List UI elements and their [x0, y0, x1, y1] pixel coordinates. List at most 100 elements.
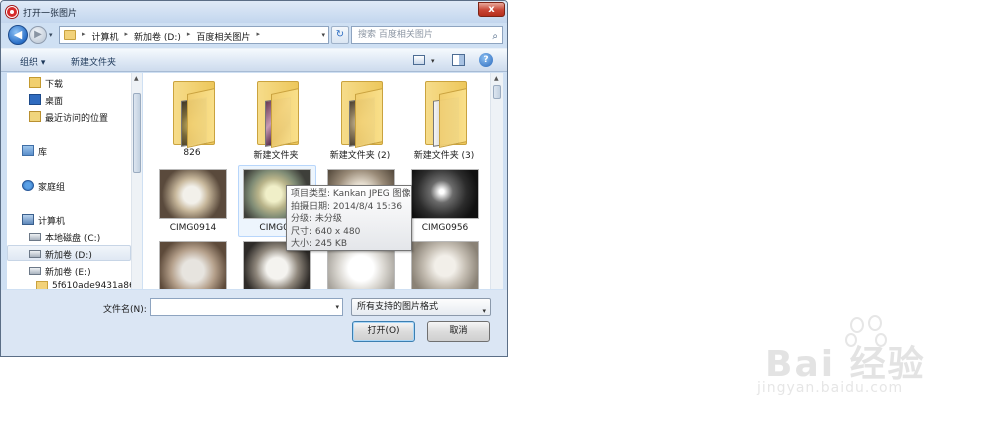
photo-name: CIMG0956: [421, 223, 469, 233]
sidebar-item-label: 计算机: [38, 217, 66, 227]
refresh-button[interactable]: ↻: [331, 26, 349, 44]
command-bar: 组织 ▾ 新建文件夹 ▾ ?: [1, 48, 507, 72]
sidebar-item-computer[interactable]: 计算机: [20, 212, 141, 228]
folder-icon: [64, 30, 76, 40]
library-icon: [22, 145, 34, 156]
sidebar-item-drive-e[interactable]: 新加卷 (E:): [27, 263, 141, 279]
sidebar-item-label: 新加卷 (E:): [45, 268, 91, 278]
open-image-dialog: 打开一张图片 x ◀ ▶ ▾ ▸ 计算机 ▸ 新加卷 (D:) ▸ 百度相关图片…: [0, 0, 508, 357]
sidebar-item-libraries[interactable]: 库: [20, 143, 141, 159]
folder-item[interactable]: 新建文件夹 (2): [319, 77, 401, 161]
sidebar-item-homegroup[interactable]: 家庭组: [20, 178, 141, 194]
folder-item[interactable]: 新建文件夹: [235, 77, 317, 161]
folder-icon: [257, 81, 301, 148]
address-dropdown-icon[interactable]: ▾: [321, 31, 325, 39]
navigation-bar: ◀ ▶ ▾ ▸ 计算机 ▸ 新加卷 (D:) ▸ 百度相关图片 ▸ ▾ ↻ 搜索…: [1, 23, 507, 47]
photo-item[interactable]: [143, 241, 227, 289]
tooltip-line-date: 拍摄日期: 2014/8/4 15:36: [291, 201, 403, 212]
change-view-icon[interactable]: [413, 55, 425, 65]
scroll-up-icon[interactable]: ▲: [494, 75, 499, 82]
tooltip-line-size: 大小: 245 KB: [291, 239, 348, 249]
back-button[interactable]: ◀: [8, 25, 28, 45]
tooltip-line-rating: 分级: 未分级: [291, 214, 342, 224]
sidebar-item-downloads[interactable]: 下载: [27, 75, 141, 91]
computer-icon: [22, 214, 34, 225]
photo-name: CIMG0914: [169, 223, 217, 233]
crumb-drive-d[interactable]: 新加卷 (D:): [134, 30, 181, 43]
watermark-url: jingyan.baidu.com: [757, 380, 904, 396]
sidebar-item-recent-places[interactable]: 最近访问的位置: [27, 109, 141, 125]
cancel-button[interactable]: 取消: [427, 321, 490, 342]
filename-input[interactable]: ▾: [150, 298, 343, 316]
organize-menu[interactable]: 组织 ▾: [20, 55, 45, 68]
new-folder-button[interactable]: 新建文件夹: [71, 55, 116, 68]
sidebar-item-label: 最近访问的位置: [45, 114, 109, 124]
scroll-thumb[interactable]: [493, 85, 501, 99]
sidebar-item-label: 本地磁盘 (C:): [45, 234, 101, 244]
address-bar[interactable]: ▸ 计算机 ▸ 新加卷 (D:) ▸ 百度相关图片 ▸ ▾: [59, 26, 329, 44]
folder-item[interactable]: 826: [151, 77, 233, 161]
file-type-value: 所有支持的图片格式: [357, 302, 439, 312]
drive-icon: [29, 233, 41, 241]
crumb-separator-icon[interactable]: ▸: [256, 30, 260, 43]
crumb-computer[interactable]: 计算机: [92, 30, 119, 43]
sidebar-item-drive-d[interactable]: 新加卷 (D:): [7, 245, 131, 261]
close-button[interactable]: x: [478, 2, 505, 17]
forward-button[interactable]: ▶: [29, 26, 47, 44]
photo-thumbnail: [411, 169, 479, 219]
file-info-tooltip: 项目类型: Kankan JPEG 图像 拍摄日期: 2014/8/4 15:3…: [286, 185, 412, 251]
view-dropdown-icon[interactable]: ▾: [431, 57, 435, 65]
tooltip-line-dimensions: 尺寸: 640 x 480: [291, 226, 361, 237]
recent-pages-dropdown-icon[interactable]: ▾: [49, 31, 53, 39]
scroll-up-icon[interactable]: ▲: [134, 75, 139, 82]
filename-dropdown-icon[interactable]: ▾: [335, 303, 339, 311]
folder-icon: [36, 281, 48, 289]
folder-icon: [341, 81, 385, 148]
breadcrumb: ▸ 计算机 ▸ 新加卷 (D:) ▸ 百度相关图片 ▸: [82, 30, 260, 43]
file-list[interactable]: 826 新建文件夹 新建文件夹 (2) 新建文件夹 (3) CIMG0914 C…: [143, 73, 490, 289]
open-button[interactable]: 打开(O): [352, 321, 415, 342]
desktop-icon: [29, 94, 41, 105]
sidebar-item-label: 新加卷 (D:): [45, 251, 92, 261]
folder-name: 新建文件夹 (3): [413, 151, 475, 161]
navigation-pane[interactable]: 下载 桌面 最近访问的位置 库 家庭组 计算机 本地磁盘 (C:) 新加卷 (D…: [7, 73, 142, 289]
photo-thumbnail: [159, 241, 227, 289]
tooltip-line-type: 项目类型: Kankan JPEG 图像: [291, 189, 411, 199]
crumb-separator-icon[interactable]: ▸: [125, 30, 129, 43]
crumb-separator-icon[interactable]: ▸: [187, 30, 191, 43]
dialog-footer: 文件名(N): ▾ 所有支持的图片格式 ▾ 打开(O) 取消: [1, 290, 507, 356]
folder-name: 新建文件夹: [253, 151, 299, 161]
search-input[interactable]: 搜索 百度相关图片 ⌕: [351, 26, 503, 44]
homegroup-icon: [22, 180, 34, 191]
paw-icon: [850, 317, 864, 333]
photo-thumbnail: [411, 241, 479, 289]
download-folder-icon: [29, 77, 41, 88]
folder-item[interactable]: 新建文件夹 (3): [403, 77, 485, 161]
title-bar[interactable]: 打开一张图片 x: [1, 1, 507, 23]
search-placeholder: 搜索 百度相关图片: [358, 30, 433, 40]
filename-label: 文件名(N):: [103, 305, 147, 315]
folder-name: 新建文件夹 (2): [329, 151, 391, 161]
folder-icon: [425, 81, 469, 148]
help-icon[interactable]: ?: [479, 53, 493, 67]
drive-icon: [29, 250, 41, 258]
sidebar-item-label: 库: [38, 148, 48, 158]
preview-pane-icon[interactable]: [452, 54, 465, 66]
sidebar-item-desktop[interactable]: 桌面: [27, 92, 141, 108]
photo-thumbnail: [159, 169, 227, 219]
folder-icon: [173, 81, 217, 148]
baidu-jingyan-watermark: Bai 经验 jingyan.baidu.com: [755, 315, 995, 405]
sidebar-item-folder[interactable]: 5f610ade9431a86: [34, 279, 141, 289]
file-list-scrollbar[interactable]: ▲: [490, 73, 503, 289]
file-type-dropdown-icon[interactable]: ▾: [482, 303, 486, 319]
scroll-thumb[interactable]: [133, 93, 141, 173]
sidebar-item-label: 桌面: [45, 97, 64, 107]
crumb-current-folder[interactable]: 百度相关图片: [196, 30, 250, 43]
sidebar-item-drive-c[interactable]: 本地磁盘 (C:): [27, 229, 141, 245]
file-type-select[interactable]: 所有支持的图片格式 ▾: [351, 298, 491, 316]
search-icon[interactable]: ⌕: [492, 29, 498, 45]
sidebar-item-label: 家庭组: [38, 183, 66, 193]
navigation-pane-scrollbar[interactable]: ▲: [131, 73, 142, 289]
crumb-separator-icon[interactable]: ▸: [82, 30, 86, 43]
app-icon: [6, 6, 18, 18]
